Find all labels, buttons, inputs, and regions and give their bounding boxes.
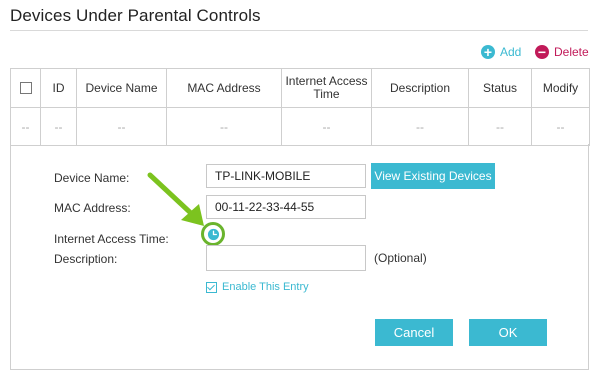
table-cell: -- xyxy=(166,107,282,146)
table-row: -- -- -- -- -- -- -- -- xyxy=(10,107,590,146)
title-divider xyxy=(10,30,588,31)
table-cell: -- xyxy=(531,107,590,146)
column-header-description: Description xyxy=(371,68,469,108)
clock-icon xyxy=(207,228,219,240)
table-cell: -- xyxy=(468,107,532,146)
table-cell: -- xyxy=(76,107,167,146)
description-label: Description: xyxy=(54,252,118,266)
column-header-internet-access-time: Internet Access Time xyxy=(281,68,372,108)
delete-button[interactable]: − Delete xyxy=(535,45,589,59)
select-all-header[interactable] xyxy=(10,68,41,108)
page-title: Devices Under Parental Controls xyxy=(10,6,261,25)
column-header-mac-address: MAC Address xyxy=(166,68,282,108)
mac-address-field[interactable] xyxy=(206,195,366,219)
column-header-modify: Modify xyxy=(531,68,590,108)
cancel-button[interactable]: Cancel xyxy=(375,319,453,346)
table-cell: -- xyxy=(281,107,372,146)
select-all-checkbox[interactable] xyxy=(19,82,32,95)
table-cell: -- xyxy=(40,107,77,146)
mac-address-label: MAC Address: xyxy=(54,201,131,215)
access-time-clock-button[interactable] xyxy=(201,222,225,246)
column-header-device-name: Device Name xyxy=(76,68,167,108)
enable-entry-toggle[interactable]: Enable This Entry xyxy=(206,281,309,293)
internet-access-time-label: Internet Access Time: xyxy=(54,232,169,246)
table-cell: -- xyxy=(10,107,41,146)
edit-entry-panel: Device Name: View Existing Devices MAC A… xyxy=(10,144,589,370)
enable-entry-label: Enable This Entry xyxy=(222,281,309,293)
view-existing-devices-button[interactable]: View Existing Devices xyxy=(371,163,495,189)
minus-circle-icon: − xyxy=(535,45,549,59)
plus-circle-icon: + xyxy=(481,45,495,59)
table-header-row: ID Device Name MAC Address Internet Acce… xyxy=(10,68,590,108)
delete-label: Delete xyxy=(554,45,589,59)
device-name-field[interactable] xyxy=(206,164,366,188)
device-name-label: Device Name: xyxy=(54,171,130,185)
column-header-status: Status xyxy=(468,68,532,108)
column-header-id: ID xyxy=(40,68,77,108)
enable-entry-checkbox[interactable] xyxy=(206,281,217,293)
add-button[interactable]: + Add xyxy=(481,45,521,59)
ok-button[interactable]: OK xyxy=(469,319,547,346)
add-label: Add xyxy=(500,45,522,59)
optional-hint: (Optional) xyxy=(374,251,427,265)
table-cell: -- xyxy=(371,107,469,146)
description-field[interactable] xyxy=(206,245,366,271)
devices-table: ID Device Name MAC Address Internet Acce… xyxy=(10,68,590,146)
